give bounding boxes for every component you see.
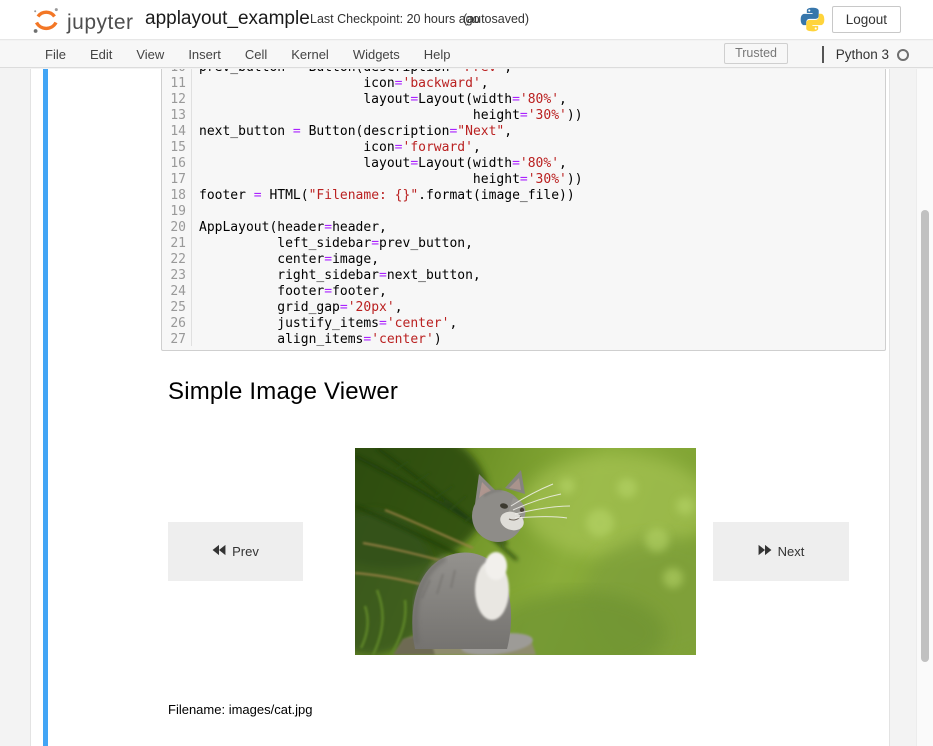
code-line[interactable]: center=image, <box>199 252 885 268</box>
code-line[interactable]: justify_items='center', <box>199 316 885 332</box>
gutter: 101112131415161718192021222324252627 <box>162 69 192 346</box>
code-line[interactable]: layout=Layout(width='80%', <box>199 92 885 108</box>
autosave-status: (autosaved) <box>463 12 529 26</box>
code-line[interactable]: height='30%')) <box>199 172 885 188</box>
output-filename: Filename: images/cat.jpg <box>168 702 313 717</box>
jupyter-logo-icon <box>30 4 62 41</box>
line-number: 11 <box>162 76 186 92</box>
code-line[interactable]: footer = HTML("Filename: {}".format(imag… <box>199 188 885 204</box>
top-header: jupyter applayout_example Last Checkpoin… <box>0 0 933 40</box>
cat-photo <box>355 448 696 655</box>
line-number: 23 <box>162 268 186 284</box>
logout-button[interactable]: Logout <box>832 6 901 33</box>
line-number: 18 <box>162 188 186 204</box>
line-number: 16 <box>162 156 186 172</box>
code-line[interactable]: icon='backward', <box>199 76 885 92</box>
jupyter-logo-text: jupyter <box>67 11 134 35</box>
line-number: 19 <box>162 204 186 220</box>
code-line[interactable]: layout=Layout(width='80%', <box>199 156 885 172</box>
code-line[interactable]: height='30%')) <box>199 108 885 124</box>
menu-cell[interactable]: Cell <box>233 41 279 68</box>
menu-widgets[interactable]: Widgets <box>341 41 412 68</box>
output-heading: Simple Image Viewer <box>168 378 398 406</box>
menu-items: FileEditViewInsertCellKernelWidgetsHelp <box>33 41 463 68</box>
selected-cell-indicator <box>43 69 48 746</box>
code-line[interactable]: grid_gap='20px', <box>199 300 885 316</box>
kernel-indicator: Python 3 <box>822 41 909 68</box>
notebook-title[interactable]: applayout_example <box>145 8 310 30</box>
line-number: 22 <box>162 252 186 268</box>
checkpoint-status: Last Checkpoint: 20 hours ago <box>310 12 480 26</box>
notebook-container: 101112131415161718192021222324252627 pre… <box>30 69 890 746</box>
prev-button[interactable]: Prev <box>168 522 303 581</box>
line-number: 27 <box>162 332 186 348</box>
line-number: 15 <box>162 140 186 156</box>
scrollbar-track[interactable] <box>916 69 933 746</box>
code-line[interactable] <box>199 204 885 220</box>
line-number: 12 <box>162 92 186 108</box>
line-number: 21 <box>162 236 186 252</box>
next-button-label: Next <box>778 544 805 559</box>
jupyter-notebook-app: jupyter applayout_example Last Checkpoin… <box>0 0 933 746</box>
menu-edit[interactable]: Edit <box>78 41 124 68</box>
next-button[interactable]: Next <box>713 522 849 581</box>
menu-insert[interactable]: Insert <box>176 41 233 68</box>
menu-kernel[interactable]: Kernel <box>279 41 341 68</box>
line-number: 24 <box>162 284 186 300</box>
code-cell-input[interactable]: 101112131415161718192021222324252627 pre… <box>161 69 886 351</box>
code-line[interactable]: prev_button = Button(description="Prev", <box>199 69 885 76</box>
notebook-area: 101112131415161718192021222324252627 pre… <box>0 69 933 746</box>
code-line[interactable]: AppLayout(header=header, <box>199 220 885 236</box>
code-lines[interactable]: prev_button = Button(description="Prev",… <box>192 69 885 346</box>
prev-button-label: Prev <box>232 544 259 559</box>
line-number: 20 <box>162 220 186 236</box>
scrollbar-thumb[interactable] <box>921 210 929 662</box>
menu-file[interactable]: File <box>33 41 78 68</box>
line-number: 25 <box>162 300 186 316</box>
jupyter-logo[interactable]: jupyter <box>30 4 134 41</box>
line-number: 13 <box>162 108 186 124</box>
line-number: 10 <box>162 69 186 76</box>
menu-help[interactable]: Help <box>412 41 463 68</box>
code-line[interactable]: next_button = Button(description="Next", <box>199 124 885 140</box>
code-line[interactable]: left_sidebar=prev_button, <box>199 236 885 252</box>
trusted-badge[interactable]: Trusted <box>724 43 788 64</box>
menu-view[interactable]: View <box>124 41 176 68</box>
python-logo-icon <box>799 6 826 38</box>
line-number: 17 <box>162 172 186 188</box>
line-number: 26 <box>162 316 186 332</box>
code-line[interactable]: align_items='center') <box>199 332 885 346</box>
code-line[interactable]: right_sidebar=next_button, <box>199 268 885 284</box>
code-line[interactable]: icon='forward', <box>199 140 885 156</box>
kernel-divider <box>822 46 824 63</box>
kernel-name: Python 3 <box>836 47 889 62</box>
kernel-idle-icon <box>897 49 909 61</box>
line-number: 14 <box>162 124 186 140</box>
forward-icon <box>758 544 772 559</box>
code-line[interactable]: footer=footer, <box>199 284 885 300</box>
backward-icon <box>212 544 226 559</box>
menu-bar: FileEditViewInsertCellKernelWidgetsHelp … <box>0 41 933 68</box>
